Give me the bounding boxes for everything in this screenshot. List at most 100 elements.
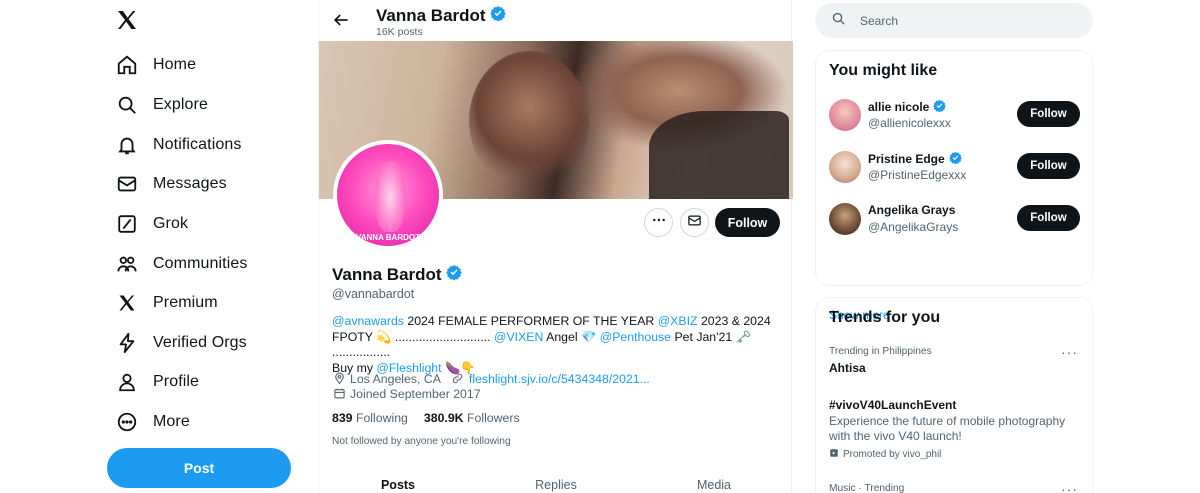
- tab-posts[interactable]: Posts: [319, 472, 477, 493]
- trend-promoted-row: Promoted by vivo_phil: [829, 448, 941, 461]
- bio-mention-link[interactable]: @XBIZ: [658, 314, 698, 328]
- profile-column: Vanna Bardot 16K posts VANNA BARDOT Foll…: [318, 0, 793, 493]
- nav-more[interactable]: More: [115, 407, 190, 437]
- avatar[interactable]: [829, 151, 861, 183]
- nav-explore[interactable]: Explore: [115, 90, 208, 120]
- not-followed-notice: Not followed by anyone you're following: [332, 436, 511, 447]
- message-button[interactable]: [680, 208, 709, 237]
- avatar-figure-shape: [375, 162, 405, 232]
- suggestion-item[interactable]: allie nicole @allienicolexxx Follow: [829, 99, 1081, 135]
- bio-mention-link[interactable]: @VIXEN: [494, 330, 543, 344]
- search-icon: [115, 93, 139, 117]
- more-options-button[interactable]: [644, 208, 673, 237]
- nav-messages[interactable]: Messages: [115, 169, 227, 199]
- profile-tabs: Posts Replies Media: [319, 472, 793, 493]
- promoted-by-text: Promoted by vivo_phil: [843, 449, 942, 460]
- suggestion-name: allie nicole: [868, 100, 930, 114]
- banner-figure-shape: [469, 51, 589, 191]
- banner-figure-shape-3: [649, 111, 789, 199]
- nav-notifications[interactable]: Notifications: [115, 130, 241, 160]
- profile-bio: @avnawards 2024 FEMALE PERFORMER OF THE …: [332, 314, 772, 376]
- profile-meta: Los Angeles, CA fleshlight.sjv.io/c/5434…: [332, 371, 650, 401]
- bell-icon: [115, 133, 139, 157]
- nav-communities[interactable]: Communities: [115, 249, 247, 279]
- nav-grok[interactable]: Grok: [115, 209, 188, 239]
- suggestion-handle: @AngelikaGrays: [868, 220, 959, 234]
- nav-home[interactable]: Home: [115, 50, 196, 80]
- nav-premium[interactable]: Premium: [115, 288, 218, 318]
- home-icon: [115, 53, 139, 77]
- follow-counts: 839 Following 380.9K Followers: [332, 411, 520, 425]
- follow-button[interactable]: Follow: [1017, 205, 1080, 231]
- tab-media[interactable]: Media: [635, 472, 793, 493]
- app-root: Home Explore Notifications Messages Grok…: [0, 0, 1200, 493]
- verified-badge-icon: [489, 5, 506, 26]
- trend-more-icon[interactable]: ···: [1061, 481, 1078, 493]
- bio-text: Angel 💎: [543, 329, 600, 344]
- followers-count: 380.9K: [423, 411, 464, 425]
- bio-text: FPOTY 💫 ............................: [332, 329, 494, 344]
- envelope-icon: [115, 172, 139, 196]
- back-arrow-icon[interactable]: [331, 10, 351, 30]
- promoted-icon: [829, 448, 839, 461]
- nav-verified-orgs[interactable]: Verified Orgs: [115, 328, 247, 358]
- follow-button[interactable]: Follow: [715, 208, 780, 237]
- trend-name: #vivoV40LaunchEvent: [829, 398, 957, 412]
- profile-handle: @vannabardot: [332, 287, 415, 301]
- follow-button[interactable]: Follow: [1017, 101, 1080, 127]
- nav-explore-label: Explore: [153, 96, 208, 113]
- verified-badge-icon[interactable]: [445, 264, 462, 285]
- avatar-image-text: VANNA BARDOT: [356, 233, 420, 242]
- search-box[interactable]: [815, 3, 1093, 38]
- nav-notifications-label: Notifications: [153, 136, 242, 153]
- profile-display-name: Vanna Bardot: [332, 264, 462, 285]
- x-logo-icon[interactable]: [115, 8, 141, 34]
- suggestion-name-row: Angelika Grays: [868, 203, 955, 217]
- x-logo-icon: [115, 291, 139, 315]
- nav-communities-label: Communities: [153, 255, 248, 272]
- bio-line-2: FPOTY 💫 ............................ @VI…: [332, 330, 772, 361]
- avatar[interactable]: [829, 99, 861, 131]
- follow-button[interactable]: Follow: [1017, 153, 1080, 179]
- meta-row-location-website: Los Angeles, CA fleshlight.sjv.io/c/5434…: [332, 371, 650, 386]
- who-to-follow-card: You might like allie nicole @allienicole…: [815, 50, 1093, 322]
- post-button[interactable]: Post: [107, 448, 291, 488]
- followers-count-link[interactable]: 380.9K Followers: [424, 411, 520, 425]
- header-posts-count: 16K posts: [376, 26, 423, 38]
- tab-replies[interactable]: Replies: [477, 472, 635, 493]
- bio-mention-link[interactable]: @Penthouse: [600, 330, 671, 344]
- bio-mention-link[interactable]: @avnawards: [332, 314, 404, 328]
- verified-badge-icon: [948, 151, 962, 167]
- trends-card: Trends for you Trending in Philippines ·…: [815, 297, 1093, 493]
- left-sidebar: Home Explore Notifications Messages Grok…: [105, 0, 305, 493]
- suggestion-name: Pristine Edge: [868, 152, 945, 166]
- bio-line-1: @avnawards 2024 FEMALE PERFORMER OF THE …: [332, 314, 772, 330]
- meta-row-joined: Joined September 2017: [332, 386, 650, 401]
- suggestion-handle: @PristineEdgexxx: [868, 168, 967, 182]
- trends-title: Trends for you: [829, 309, 941, 326]
- location-pin-icon: [332, 372, 346, 386]
- profile-website-link[interactable]: fleshlight.sjv.io/c/5434348/2021...: [469, 372, 650, 386]
- following-count: 839: [332, 411, 353, 425]
- more-circle-icon: [115, 410, 139, 434]
- trend-more-icon[interactable]: ···: [1061, 344, 1078, 360]
- avatar[interactable]: [829, 203, 861, 235]
- following-count-link[interactable]: 839 Following: [332, 411, 408, 425]
- nav-verified-orgs-label: Verified Orgs: [153, 334, 247, 351]
- nav-profile-label: Profile: [153, 373, 200, 390]
- nav-profile[interactable]: Profile: [115, 367, 199, 397]
- suggestion-handle: @allienicolexxx: [868, 116, 951, 130]
- suggestion-item[interactable]: Pristine Edge @PristineEdgexxx Follow: [829, 151, 1081, 187]
- search-icon: [831, 11, 846, 31]
- trend-context: Music · Trending: [829, 483, 905, 493]
- search-input[interactable]: [860, 13, 1060, 28]
- profile-avatar[interactable]: VANNA BARDOT: [333, 140, 443, 250]
- header-name-text: Vanna Bardot: [376, 5, 486, 25]
- followers-label: Followers: [466, 411, 520, 425]
- suggestion-name-row: Pristine Edge: [868, 151, 962, 167]
- suggestion-name-row: allie nicole: [868, 99, 947, 115]
- link-icon: [451, 372, 465, 386]
- suggestion-item[interactable]: Angelika Grays @AngelikaGrays Follow: [829, 203, 1081, 239]
- nav-home-label: Home: [153, 56, 197, 73]
- profile-name-text: Vanna Bardot: [332, 264, 442, 284]
